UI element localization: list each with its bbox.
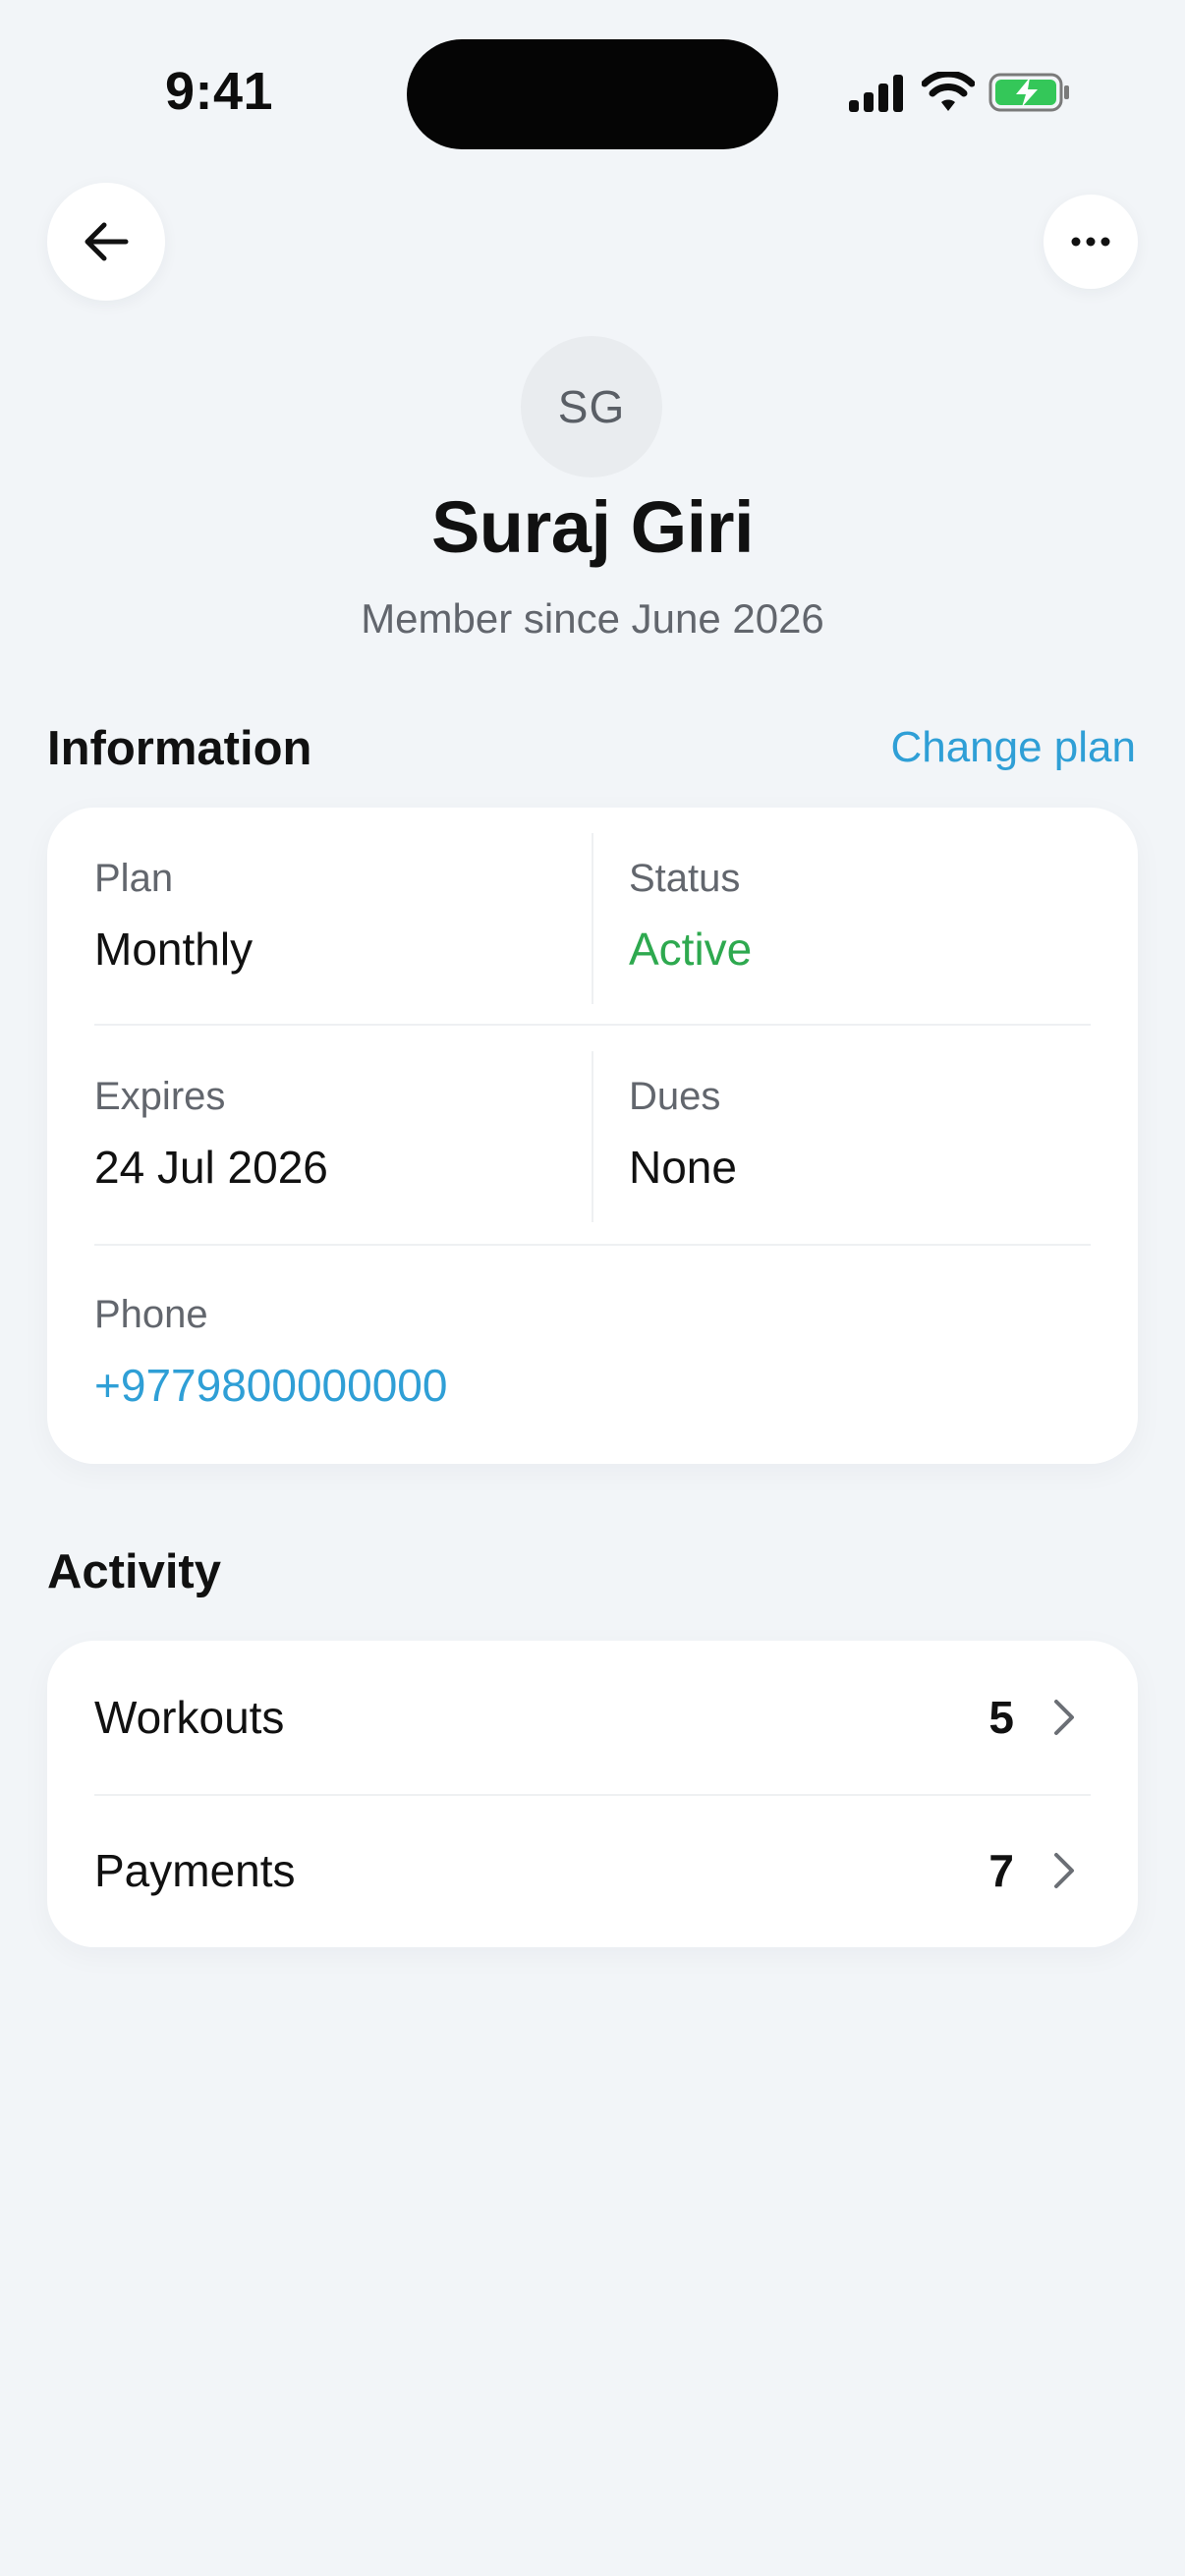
wifi-icon [921, 70, 976, 118]
activity-row-payments[interactable]: Payments 7 [47, 1794, 1138, 1947]
chevron-right-icon [1054, 1700, 1074, 1735]
plan-value: Monthly [94, 924, 254, 975]
activity-card: Workouts 5 Payments 7 [47, 1641, 1138, 1947]
dues-field: Dues None [629, 1075, 737, 1194]
phone-field: Phone +9779800000000 [94, 1293, 447, 1412]
status-label: Status [629, 857, 741, 900]
cellular-signal-icon [847, 73, 906, 117]
member-since-text: Member since June 2026 [361, 595, 824, 642]
chevron-right-icon [1054, 1853, 1074, 1888]
activity-row-label: Workouts [94, 1692, 285, 1743]
change-plan-link[interactable]: Change plan [890, 723, 1136, 772]
activity-row-count: 5 [988, 1692, 1014, 1743]
plan-label: Plan [94, 857, 174, 900]
battery-charging-icon [988, 72, 1071, 118]
status-field: Status Active [629, 857, 752, 976]
plan-field: Plan Monthly [94, 857, 253, 976]
information-card: Plan Monthly Status Active Expires 24 Ju… [47, 808, 1138, 1464]
dynamic-island [407, 39, 778, 149]
dues-label: Dues [629, 1075, 721, 1118]
status-time: 9:41 [165, 62, 274, 121]
divider [592, 833, 593, 1004]
ellipsis-icon [1071, 237, 1110, 247]
phone-link[interactable]: +9779800000000 [94, 1359, 447, 1412]
activity-row-label: Payments [94, 1845, 296, 1896]
phone-label: Phone [94, 1293, 208, 1336]
back-button[interactable] [47, 183, 165, 301]
divider [94, 1244, 1091, 1246]
member-detail-screen: 9:41 SG Suraj Giri Member since June 202… [0, 0, 1185, 2576]
status-value: Active [629, 924, 753, 975]
arrow-left-icon [85, 222, 129, 261]
activity-row-count: 7 [988, 1845, 1014, 1896]
status-icons [847, 70, 1071, 118]
dues-value: None [629, 1142, 737, 1193]
expires-field: Expires 24 Jul 2026 [94, 1075, 328, 1194]
divider [94, 1024, 1091, 1026]
divider [592, 1051, 593, 1222]
activity-heading: Activity [47, 1545, 222, 1598]
member-name: Suraj Giri [430, 486, 755, 568]
activity-row-workouts[interactable]: Workouts 5 [47, 1641, 1138, 1794]
information-heading: Information [47, 722, 312, 775]
more-options-button[interactable] [1044, 195, 1138, 289]
avatar: SG [521, 336, 662, 477]
expires-label: Expires [94, 1075, 226, 1118]
expires-value: 24 Jul 2026 [94, 1142, 328, 1193]
